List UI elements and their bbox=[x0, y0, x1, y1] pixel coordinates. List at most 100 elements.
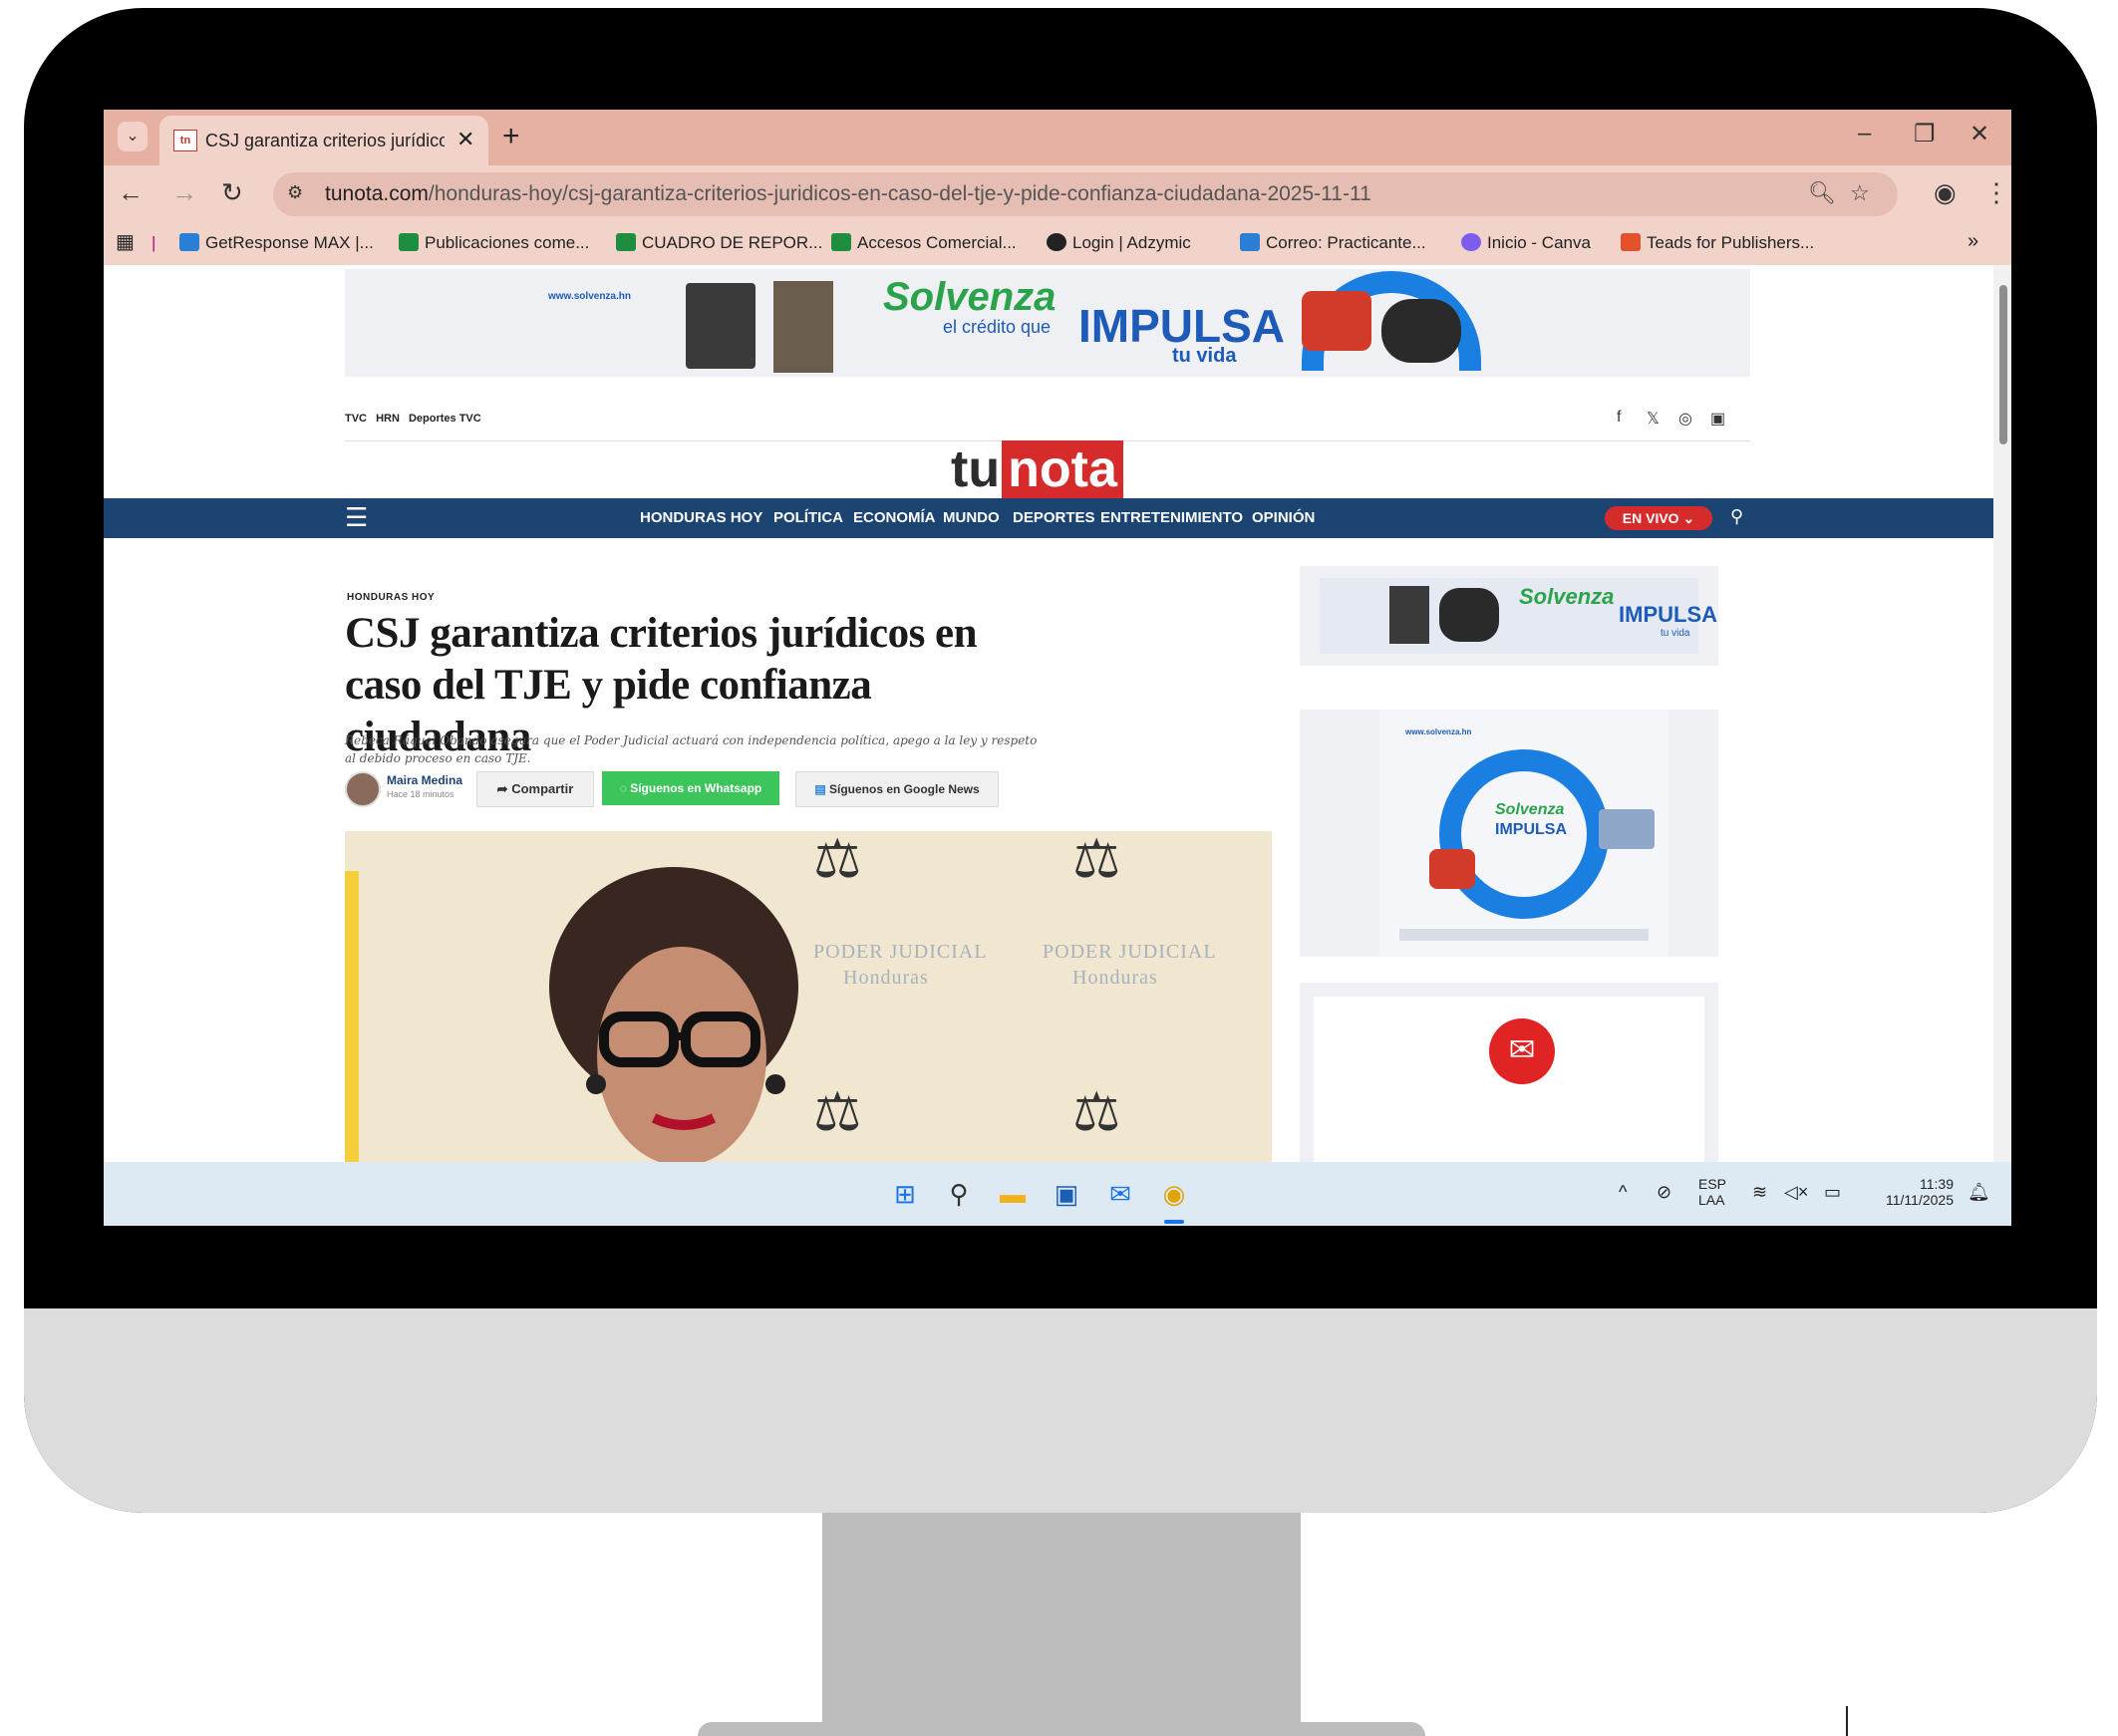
new-tab-button[interactable]: + bbox=[502, 120, 520, 153]
bookmark-item[interactable]: Login | Adzymic bbox=[1047, 233, 1191, 253]
search-icon[interactable]: ⚲ bbox=[941, 1176, 977, 1212]
file-explorer-icon[interactable]: ▬ bbox=[995, 1176, 1031, 1212]
x-icon[interactable]: 𝕏 bbox=[1647, 409, 1660, 429]
windows-start-icon[interactable]: ⊞ bbox=[887, 1176, 923, 1212]
back-button[interactable]: ← bbox=[118, 177, 144, 208]
tab-bar: ⌄ tn CSJ garantiza criterios jurídicos ✕… bbox=[104, 110, 2011, 165]
chrome-menu-icon[interactable]: ⋮ bbox=[1983, 177, 2009, 208]
text-cursor bbox=[1846, 1706, 1848, 1736]
hero-image[interactable]: ⚖ ⚖ ⚖ ⚖ PODER JUDICIAL Honduras PODER JU… bbox=[345, 831, 1272, 1162]
volume-muted-icon[interactable]: ◁× bbox=[1784, 1182, 1808, 1203]
live-button[interactable]: EN VIVO ⌄ bbox=[1605, 506, 1712, 530]
windows-taskbar: ⊞ ⚲ ▬ ▣ ✉ ◉ ^ ⊘ ESP LAA ≋ ◁× ▭ 11:39 11/11… bbox=[104, 1162, 2011, 1226]
stove-image bbox=[1389, 586, 1429, 644]
nav-item-opinion[interactable]: OPINIÓN bbox=[1252, 509, 1315, 526]
monitor-stand bbox=[822, 1513, 1301, 1722]
bookmark-item[interactable]: Correo: Practicante... bbox=[1240, 233, 1426, 253]
hamburger-menu-icon[interactable]: ☰ bbox=[345, 502, 368, 533]
address-bar[interactable]: ⚙ tunota.com/honduras-hoy/csj-garantiza-… bbox=[273, 172, 1898, 216]
ad-impulsa: IMPULSA bbox=[1619, 602, 1717, 627]
restore-button[interactable]: ❐ bbox=[1914, 120, 1936, 148]
ad-partner-logos bbox=[1399, 929, 1649, 941]
apps-grid-icon[interactable]: ▦ bbox=[116, 229, 135, 254]
nav-item-mundo[interactable]: MUNDO bbox=[943, 509, 1000, 526]
main-navigation: ☰ HONDURAS HOY POLÍTICA ECONOMÍA MUNDO D… bbox=[104, 498, 1993, 538]
forward-button[interactable]: → bbox=[171, 177, 197, 208]
page-scrollbar[interactable] bbox=[1993, 265, 2011, 1162]
network-link[interactable]: TVC bbox=[345, 413, 367, 425]
bookmark-star-icon[interactable]: ☆ bbox=[1850, 180, 1870, 206]
facebook-icon[interactable]: f bbox=[1617, 409, 1621, 427]
backdrop-text: PODER JUDICIAL bbox=[813, 941, 988, 963]
minimize-button[interactable]: – bbox=[1858, 120, 1871, 147]
top-banner-ad[interactable]: www.solvenza.hn Solvenza el crédito que … bbox=[345, 269, 1750, 377]
active-app-indicator bbox=[1164, 1220, 1184, 1224]
flag-stripe bbox=[345, 871, 359, 1162]
motorcycle-image bbox=[1381, 299, 1461, 363]
bookmark-favicon-icon bbox=[831, 233, 851, 251]
sidebar-banner-ad[interactable]: Solvenza IMPULSA tu vida bbox=[1300, 566, 1718, 666]
share-icon: ➦ bbox=[496, 781, 512, 796]
chrome-icon[interactable]: ◉ bbox=[1156, 1176, 1192, 1212]
justice-logo-icon: ⚖ bbox=[1072, 831, 1121, 889]
input-language[interactable]: ESP LAA bbox=[1698, 1176, 1726, 1208]
nav-item-honduras-hoy[interactable]: HONDURAS HOY bbox=[640, 509, 762, 526]
ad-url: www.solvenza.hn bbox=[548, 291, 631, 302]
search-icon[interactable]: ⚲ bbox=[1730, 506, 1743, 527]
bookmark-item[interactable]: CUADRO DE REPOR... bbox=[616, 233, 822, 253]
wifi-icon[interactable]: ≋ bbox=[1752, 1182, 1767, 1203]
bookmark-item[interactable]: Publicaciones come... bbox=[399, 233, 589, 253]
tab-search-button[interactable]: ⌄ bbox=[118, 122, 148, 151]
site-info-icon[interactable]: ⚙ bbox=[287, 182, 303, 203]
network-links: TVC HRN Deportes TVC bbox=[345, 413, 487, 425]
outlook-icon[interactable]: ✉ bbox=[1102, 1176, 1138, 1212]
nav-item-economia[interactable]: ECONOMÍA bbox=[853, 509, 936, 526]
bookmark-item[interactable]: Inicio - Canva bbox=[1461, 233, 1591, 253]
close-window-button[interactable]: ✕ bbox=[1969, 120, 1989, 148]
backdrop-text: Honduras bbox=[843, 967, 929, 989]
tray-overflow-icon[interactable]: ^ bbox=[1619, 1182, 1627, 1203]
ad-brand: Solvenza bbox=[1495, 801, 1565, 818]
network-link[interactable]: Deportes TVC bbox=[409, 413, 481, 425]
bookmark-favicon-icon bbox=[179, 233, 199, 251]
bookmark-item[interactable]: GetResponse MAX |... bbox=[179, 233, 374, 253]
google-news-icon: ▤ bbox=[814, 782, 829, 796]
mototaxi-image bbox=[1429, 849, 1475, 889]
bookmark-favicon-icon bbox=[399, 233, 419, 251]
section-label[interactable]: HONDURAS HOY bbox=[347, 592, 435, 603]
scrollbar-thumb[interactable] bbox=[1999, 285, 2007, 444]
tunota-logo[interactable]: tu nota bbox=[951, 440, 1123, 498]
clock[interactable]: 11:39 11/11/2025 bbox=[1864, 1176, 1954, 1208]
share-button[interactable]: ➦ Compartir bbox=[476, 771, 594, 807]
whatsapp-follow-button[interactable]: ◌ Síguenos en Whatsapp bbox=[602, 771, 779, 805]
url-text[interactable]: tunota.com/honduras-hoy/csj-garantiza-cr… bbox=[325, 182, 1371, 206]
active-tab[interactable]: tn CSJ garantiza criterios jurídicos ✕ bbox=[159, 116, 488, 165]
sidebar-square-ad[interactable]: www.solvenza.hn Solvenza IMPULSA bbox=[1300, 710, 1718, 957]
published-time: Hace 18 minutos bbox=[387, 789, 454, 799]
bookmark-item[interactable]: Teads for Publishers... bbox=[1621, 233, 1814, 253]
nav-item-entretenimiento[interactable]: ENTRETENIMIENTO bbox=[1100, 509, 1243, 526]
nav-item-politica[interactable]: POLÍTICA bbox=[773, 509, 843, 526]
newsletter-mail-button[interactable]: ✉ bbox=[1489, 1018, 1555, 1084]
bookmark-favicon-icon bbox=[1621, 233, 1641, 251]
author-avatar[interactable] bbox=[345, 771, 381, 807]
meet-now-icon[interactable]: ⊘ bbox=[1657, 1182, 1671, 1203]
article-deck: Rebeca Ráquel Obando asegura que el Pode… bbox=[345, 733, 1038, 765]
network-link[interactable]: HRN bbox=[376, 413, 400, 425]
close-tab-icon[interactable]: ✕ bbox=[456, 127, 474, 152]
backdrop-text: Honduras bbox=[1072, 967, 1158, 989]
author-name[interactable]: Maira Medina bbox=[387, 773, 462, 787]
bookmark-item[interactable]: Accesos Comercial... bbox=[831, 233, 1017, 253]
battery-icon[interactable]: ▭ bbox=[1824, 1182, 1841, 1203]
google-news-follow-button[interactable]: ▤ Síguenos en Google News bbox=[795, 771, 999, 807]
notifications-icon[interactable]: 🔔︎ bbox=[1967, 1182, 1990, 1203]
profile-avatar-icon[interactable]: ◉ bbox=[1934, 177, 1957, 208]
reload-button[interactable]: ↻ bbox=[221, 177, 243, 208]
youtube-icon[interactable]: ▣ bbox=[1710, 409, 1725, 429]
mototaxi-image bbox=[1302, 291, 1371, 351]
bookmarks-overflow-button[interactable]: » bbox=[1967, 230, 1978, 253]
nav-item-deportes[interactable]: DEPORTES bbox=[1013, 509, 1095, 526]
zoom-icon[interactable]: 🔍︎ bbox=[1808, 180, 1836, 206]
store-icon[interactable]: ▣ bbox=[1049, 1176, 1084, 1212]
instagram-icon[interactable]: ◎ bbox=[1678, 409, 1692, 429]
